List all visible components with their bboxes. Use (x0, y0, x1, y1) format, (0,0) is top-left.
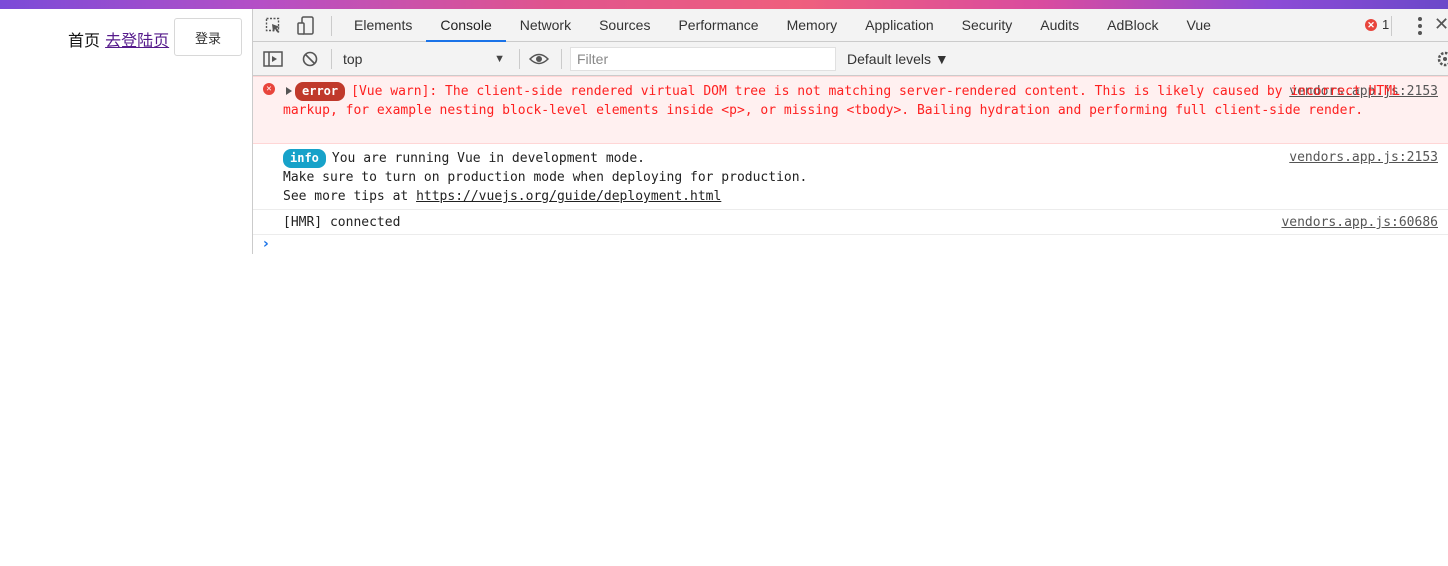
console-toolbar: top ▼ Default levels ▼ (253, 42, 1448, 76)
context-value: top (343, 51, 363, 67)
browser-top-strip (0, 0, 1448, 9)
tab-adblock[interactable]: AdBlock (1093, 9, 1172, 42)
tab-console[interactable]: Console (426, 9, 506, 42)
error-counter[interactable]: ✕ 1 (1365, 17, 1389, 32)
toolbar-divider (331, 49, 332, 69)
toolbar-divider-2 (519, 49, 520, 69)
info-deployment-link[interactable]: https://vuejs.org/guide/deployment.html (416, 189, 721, 204)
devtools-tabbar: Elements Console Network Sources Perform… (253, 9, 1448, 42)
console-settings-icon[interactable] (1437, 50, 1448, 68)
tab-vue[interactable]: Vue (1173, 9, 1225, 42)
tab-audits[interactable]: Audits (1026, 9, 1093, 42)
device-toolbar-icon[interactable] (296, 16, 316, 36)
error-badge: error (295, 82, 346, 101)
more-options-icon[interactable] (1412, 15, 1428, 37)
tab-elements[interactable]: Elements (340, 9, 426, 42)
devtools-panel: Elements Console Network Sources Perform… (252, 9, 1448, 254)
nav-login-link[interactable]: 去登陆页 (105, 31, 169, 50)
login-button[interactable]: 登录 (174, 18, 242, 56)
info-line-1: You are running Vue in development mode. (331, 151, 645, 166)
prompt-chevron-icon: › (263, 236, 269, 252)
log-levels-dropdown[interactable]: Default levels ▼ (847, 48, 949, 70)
dropdown-arrow-icon: ▼ (494, 53, 505, 65)
tabbar-divider-right (1391, 16, 1392, 36)
filter-input[interactable] (570, 47, 836, 71)
hmr-text: [HMR] connected (283, 215, 401, 230)
error-count-text: 1 (1382, 17, 1390, 32)
context-selector[interactable]: top ▼ (333, 48, 513, 70)
close-devtools-icon[interactable]: ✕ (1434, 14, 1448, 35)
console-prompt-row[interactable]: › (253, 235, 1448, 255)
info-line-2: Make sure to turn on production mode whe… (283, 170, 808, 185)
tabbar-divider (331, 16, 332, 36)
page-nav: 首页 去登陆页 (68, 27, 169, 51)
console-error-message: ✕ vendors.app.js:2153 error [Vue warn]: T… (253, 76, 1448, 144)
tab-network[interactable]: Network (506, 9, 585, 42)
tab-performance[interactable]: Performance (664, 9, 772, 42)
info-badge: info (283, 149, 326, 168)
hmr-source-link[interactable]: vendors.app.js:60686 (1281, 213, 1438, 232)
info-line-3-prefix: See more tips at (283, 189, 417, 204)
tab-sources[interactable]: Sources (585, 9, 664, 42)
nav-home-text: 首页 (68, 31, 101, 50)
console-messages: ✕ vendors.app.js:2153 error [Vue warn]: T… (253, 76, 1448, 255)
console-info-message: vendors.app.js:2153 info You are running … (253, 144, 1448, 210)
clear-console-icon[interactable] (300, 49, 320, 69)
error-body: error [Vue warn]: The client-side rendere… (283, 82, 1438, 120)
info-body: info You are running Vue in development m… (283, 149, 1278, 206)
info-source-link[interactable]: vendors.app.js:2153 (1289, 148, 1438, 167)
tab-memory[interactable]: Memory (773, 9, 852, 42)
error-icon: ✕ (1365, 18, 1377, 31)
tab-security[interactable]: Security (948, 9, 1027, 42)
devtools-tabs: Elements Console Network Sources Perform… (340, 9, 1225, 42)
page-area: 首页 去登陆页 登录 (0, 9, 252, 566)
error-text: [Vue warn]: The client-side rendered vir… (283, 84, 1400, 118)
live-expression-eye-icon[interactable] (529, 49, 549, 69)
console-hmr-message: vendors.app.js:60686 [HMR] connected (253, 210, 1448, 235)
tab-application[interactable]: Application (851, 9, 948, 42)
error-icon: ✕ (263, 83, 275, 95)
sidebar-toggle-icon[interactable] (263, 49, 283, 69)
inspect-element-icon[interactable] (264, 16, 284, 36)
toolbar-divider-3 (561, 49, 562, 69)
